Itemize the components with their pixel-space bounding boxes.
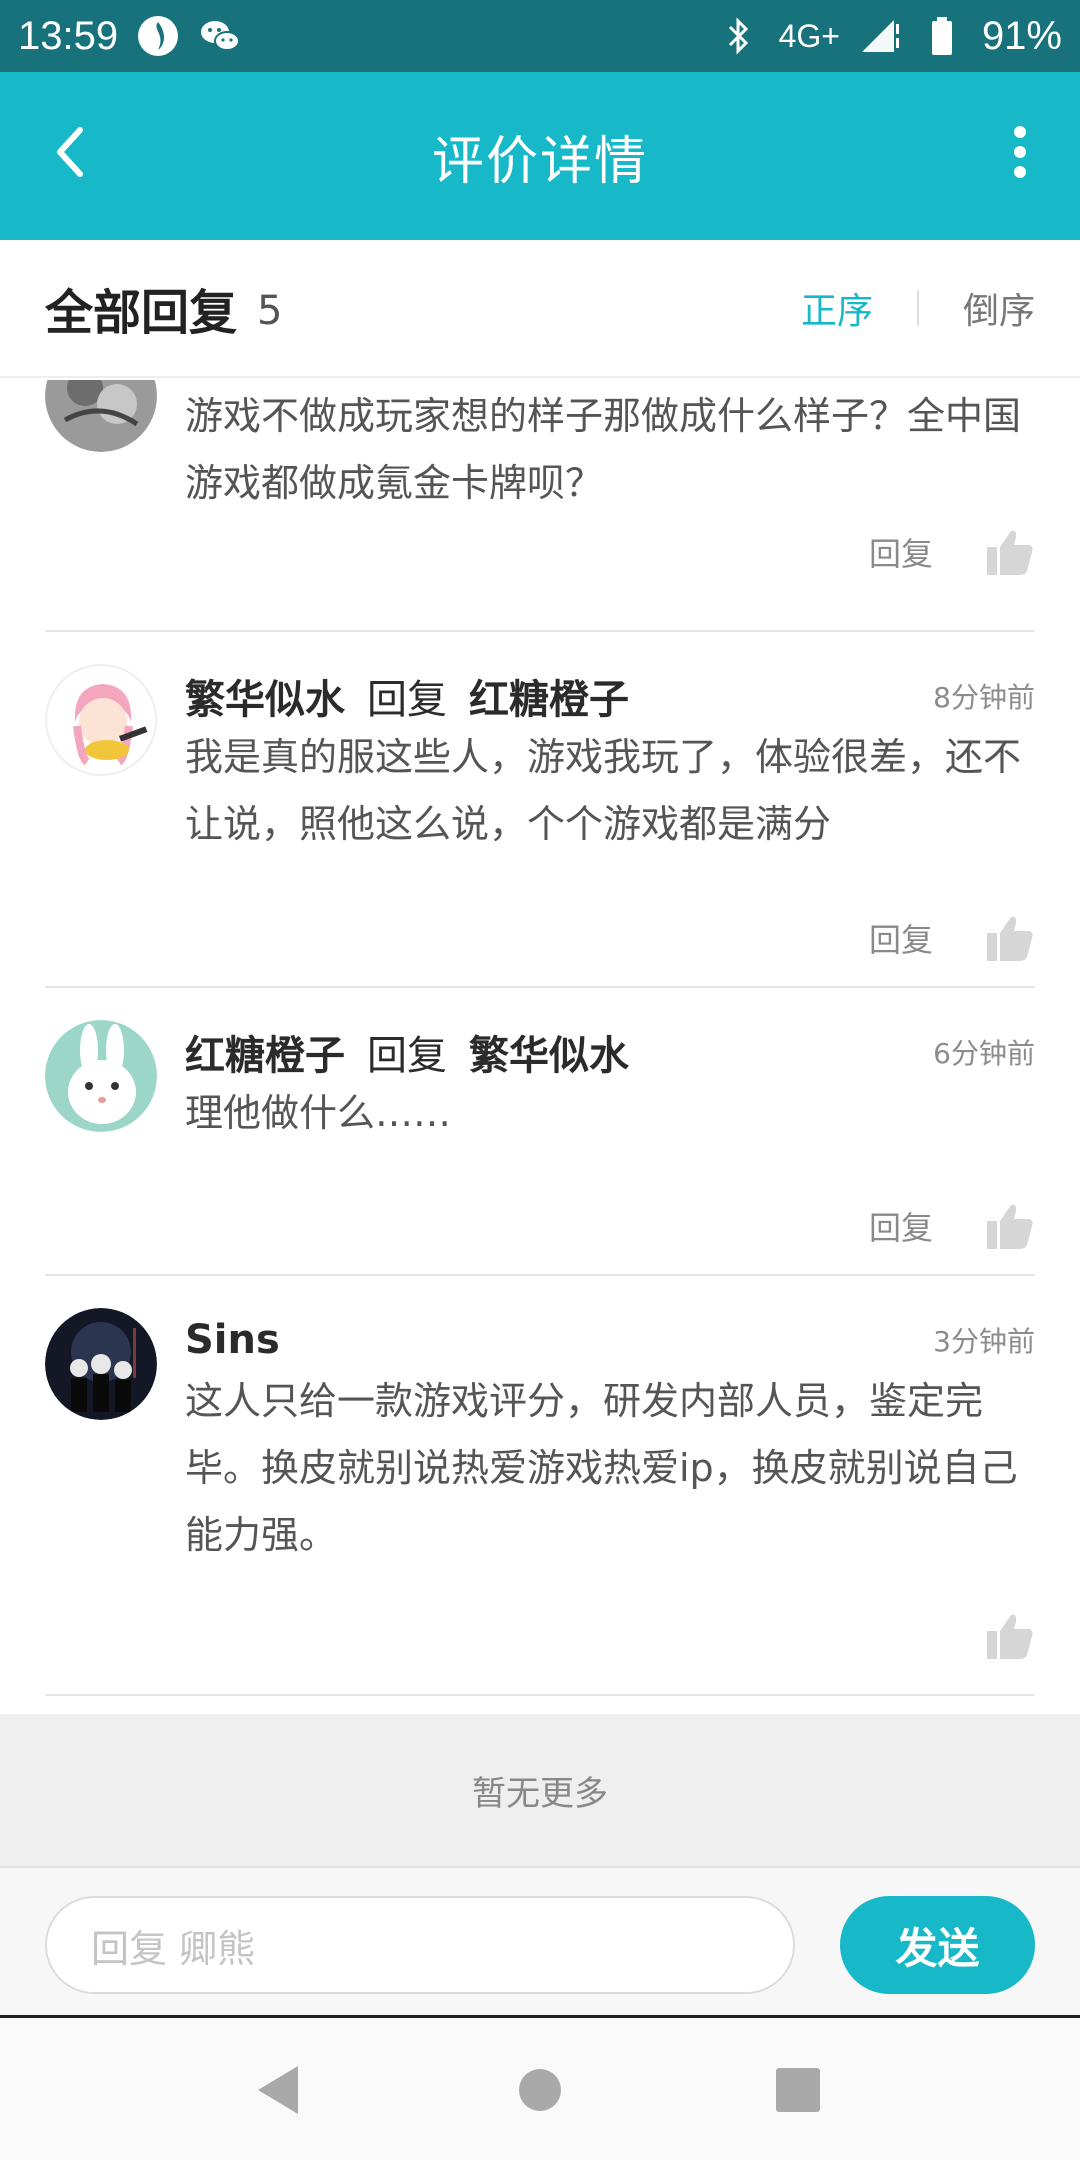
sort-toggle: 正序 倒序 <box>801 282 1035 334</box>
reply-time: 8分钟前 <box>933 681 1035 714</box>
system-nav-bar <box>0 2018 1080 2160</box>
like-icon[interactable] <box>985 913 1035 963</box>
reply-text: 我是真的服这些人，游戏我玩了，体验很差，还不让说，照他这么说，个个游戏都是满分 <box>185 735 1022 846</box>
reply-time: 6分钟前 <box>933 1037 1035 1070</box>
reply-header: 繁华似水 回复 红糖橙子 8分钟前 <box>185 666 1035 726</box>
reply-item: Sins 3分钟前 这人只给一款游戏评分，研发内部人员，鉴定完毕。换皮就别说热爱… <box>45 1276 1035 1696</box>
app-bar: 评价详情 <box>0 72 1080 240</box>
sort-descending-button[interactable]: 倒序 <box>963 282 1035 334</box>
reply-text: 这人只给一款游戏评分，研发内部人员，鉴定完毕。换皮就别说热爱游戏热爱ip，换皮就… <box>185 1379 1018 1557</box>
avatar[interactable] <box>45 1020 157 1132</box>
author-name[interactable]: Sins <box>185 1317 280 1363</box>
reply-list[interactable]: 游戏不做成玩家想的样子那做成什么样子？全中国游戏都做成氪金卡牌呗？ 回复 繁华似… <box>0 380 1080 1714</box>
send-button[interactable]: 发送 <box>840 1896 1035 1994</box>
reply-item: 游戏不做成玩家想的样子那做成什么样子？全中国游戏都做成氪金卡牌呗？ 回复 <box>45 380 1035 632</box>
sort-divider <box>916 290 919 326</box>
battery-icon <box>920 14 964 58</box>
reply-item: 繁华似水 回复 红糖橙子 8分钟前 我是真的服这些人，游戏我玩了，体验很差，还不… <box>45 632 1035 988</box>
more-button[interactable] <box>990 112 1050 192</box>
reply-target-name[interactable]: 红糖橙子 <box>469 667 629 725</box>
avatar[interactable] <box>45 664 157 776</box>
replies-header: 全部回复 5 正序 倒序 <box>0 240 1080 378</box>
no-more-label: 暂无更多 <box>0 1714 1080 1866</box>
nav-back-icon[interactable] <box>248 2060 308 2120</box>
bluetooth-icon <box>717 14 761 58</box>
app-notification-icon <box>136 14 180 58</box>
reply-input[interactable]: 回复 卿熊 <box>45 1896 795 1994</box>
reply-item: 红糖橙子 回复 繁华似水 6分钟前 理他做什么…… 回复 <box>45 988 1035 1276</box>
reply-connector: 回复 <box>367 677 447 723</box>
reply-actions: 回复 <box>869 522 1035 582</box>
nav-home-icon[interactable] <box>510 2060 570 2120</box>
more-vertical-icon <box>1014 126 1026 178</box>
back-button[interactable] <box>30 112 110 192</box>
reply-input-bar: 回复 卿熊 发送 <box>0 1866 1080 2018</box>
avatar[interactable] <box>45 1308 157 1420</box>
sort-ascending-button[interactable]: 正序 <box>801 282 873 334</box>
status-time: 13:59 <box>18 13 119 58</box>
reply-text: 理他做什么…… <box>185 1091 452 1135</box>
like-icon[interactable] <box>985 527 1035 577</box>
reply-button[interactable]: 回复 <box>869 915 933 961</box>
signal-icon <box>858 14 902 58</box>
reply-button[interactable]: 回复 <box>869 1203 933 1249</box>
reply-header: 红糖橙子 回复 繁华似水 6分钟前 <box>185 1022 1035 1082</box>
author-name[interactable]: 繁华似水 <box>185 667 345 725</box>
nav-recents-icon[interactable] <box>768 2060 828 2120</box>
like-icon[interactable] <box>985 1611 1035 1661</box>
back-arrow-icon <box>57 127 83 177</box>
replies-count: 5 <box>257 288 283 334</box>
author-name[interactable]: 红糖橙子 <box>185 1023 345 1081</box>
battery-percent: 91% <box>981 13 1062 58</box>
reply-header: Sins 3分钟前 <box>185 1310 1035 1370</box>
avatar[interactable] <box>45 380 157 452</box>
reply-target-name[interactable]: 繁华似水 <box>469 1023 629 1081</box>
reply-actions: 回复 <box>869 908 1035 968</box>
reply-actions: 回复 <box>869 1196 1035 1256</box>
page-title: 评价详情 <box>431 131 648 192</box>
status-bar: 13:59 4G+ 91% <box>0 0 1080 72</box>
wechat-icon <box>198 14 242 58</box>
network-type: 4G+ <box>778 17 840 54</box>
reply-actions <box>985 1606 1035 1666</box>
reply-time: 3分钟前 <box>933 1325 1035 1358</box>
reply-text: 游戏不做成玩家想的样子那做成什么样子？全中国游戏都做成氪金卡牌呗？ <box>185 394 1022 505</box>
reply-button[interactable]: 回复 <box>869 529 933 575</box>
replies-title: 全部回复 <box>45 285 238 341</box>
like-icon[interactable] <box>985 1201 1035 1251</box>
reply-connector: 回复 <box>367 1033 447 1079</box>
